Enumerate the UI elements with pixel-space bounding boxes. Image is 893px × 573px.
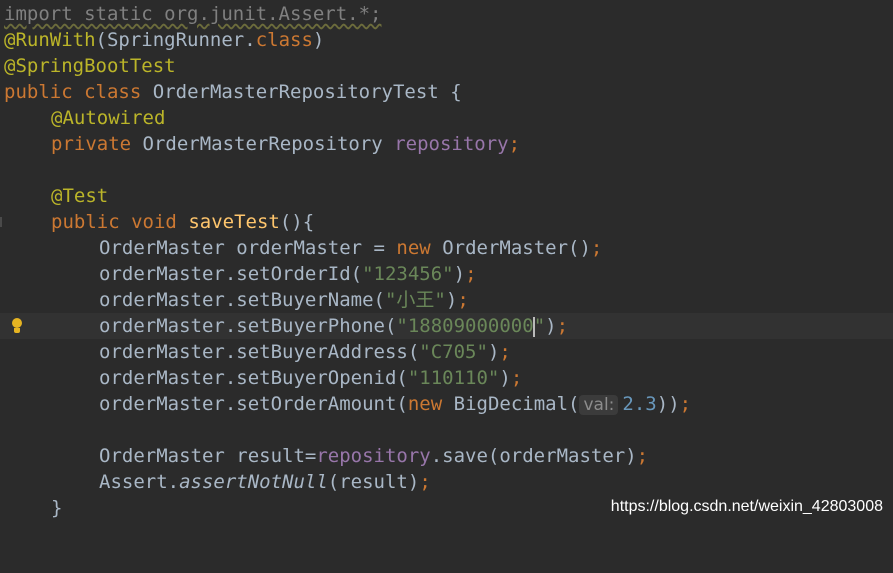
code-line: private OrderMasterRepository repository… [51, 133, 521, 155]
keyword: class [84, 81, 142, 103]
class-name: OrderMasterRepositoryTest [152, 81, 439, 103]
code-editor[interactable]: import static org.junit.Assert.*; @RunWi… [0, 0, 893, 526]
code-line: @RunWith(SpringRunner.class) [4, 29, 325, 51]
keyword: public [4, 81, 73, 103]
annotation: @Autowired [51, 107, 166, 129]
lightbulb-icon[interactable] [9, 317, 25, 335]
closing-brace: } [51, 497, 63, 519]
code-line: import static org.junit.Assert.*; [0, 1, 893, 27]
watermark-url: https://blog.csdn.net/weixin_42803008 [610, 498, 883, 515]
field-name: repository [394, 133, 509, 155]
fold-marker[interactable] [0, 217, 2, 227]
type-name: OrderMasterRepository [142, 133, 383, 155]
keyword: class [255, 29, 313, 51]
annotation: @Test [51, 185, 109, 207]
parameter-hint: val: [579, 395, 619, 415]
annotation: @SpringBootTest [4, 55, 176, 77]
import-statement: import static org.junit.Assert.*; [4, 3, 382, 25]
code-line: @Test [0, 183, 893, 209]
string-literal: "110110" [407, 367, 500, 389]
code-line: OrderMaster result=repository.save(order… [99, 445, 649, 467]
keyword: new [407, 393, 443, 415]
keyword: public [51, 211, 120, 233]
code-line: Assert.assertNotNull(result); [99, 471, 431, 493]
code-line: public void saveTest(){ [0, 209, 893, 235]
code-line: orderMaster.setBuyerAddress("C705"); [99, 341, 511, 363]
code-line: public class OrderMasterRepositoryTest { [4, 81, 462, 103]
keyword: void [131, 211, 177, 233]
code-line: orderMaster.setOrderId("123456"); [99, 263, 477, 285]
number-literal: 2.3 [622, 393, 657, 415]
string-literal: "小王" [384, 289, 446, 311]
field-name: repository [316, 445, 431, 467]
class-name: SpringRunner [106, 29, 245, 51]
static-method-name: assertNotNull [179, 471, 328, 493]
keyword: new [396, 237, 431, 259]
string-literal: "123456" [362, 263, 454, 285]
current-code-line: orderMaster.setBuyerPhone("18809000000")… [0, 313, 893, 339]
keyword: private [51, 133, 132, 155]
annotation: @RunWith [4, 29, 96, 51]
code-line: @Autowired [0, 105, 893, 131]
code-line: orderMaster.setOrderAmount(new BigDecima… [99, 393, 692, 415]
code-line: orderMaster.setBuyerOpenid("110110"); [99, 367, 523, 389]
code-line: orderMaster.setBuyerName("小王"); [99, 289, 469, 311]
code-line: OrderMaster orderMaster = new OrderMaste… [99, 237, 603, 259]
string-literal: "18809000000 [396, 315, 534, 337]
method-name: saveTest [188, 211, 280, 233]
code-line: @SpringBootTest [0, 53, 893, 79]
string-literal: "C705" [419, 341, 488, 363]
